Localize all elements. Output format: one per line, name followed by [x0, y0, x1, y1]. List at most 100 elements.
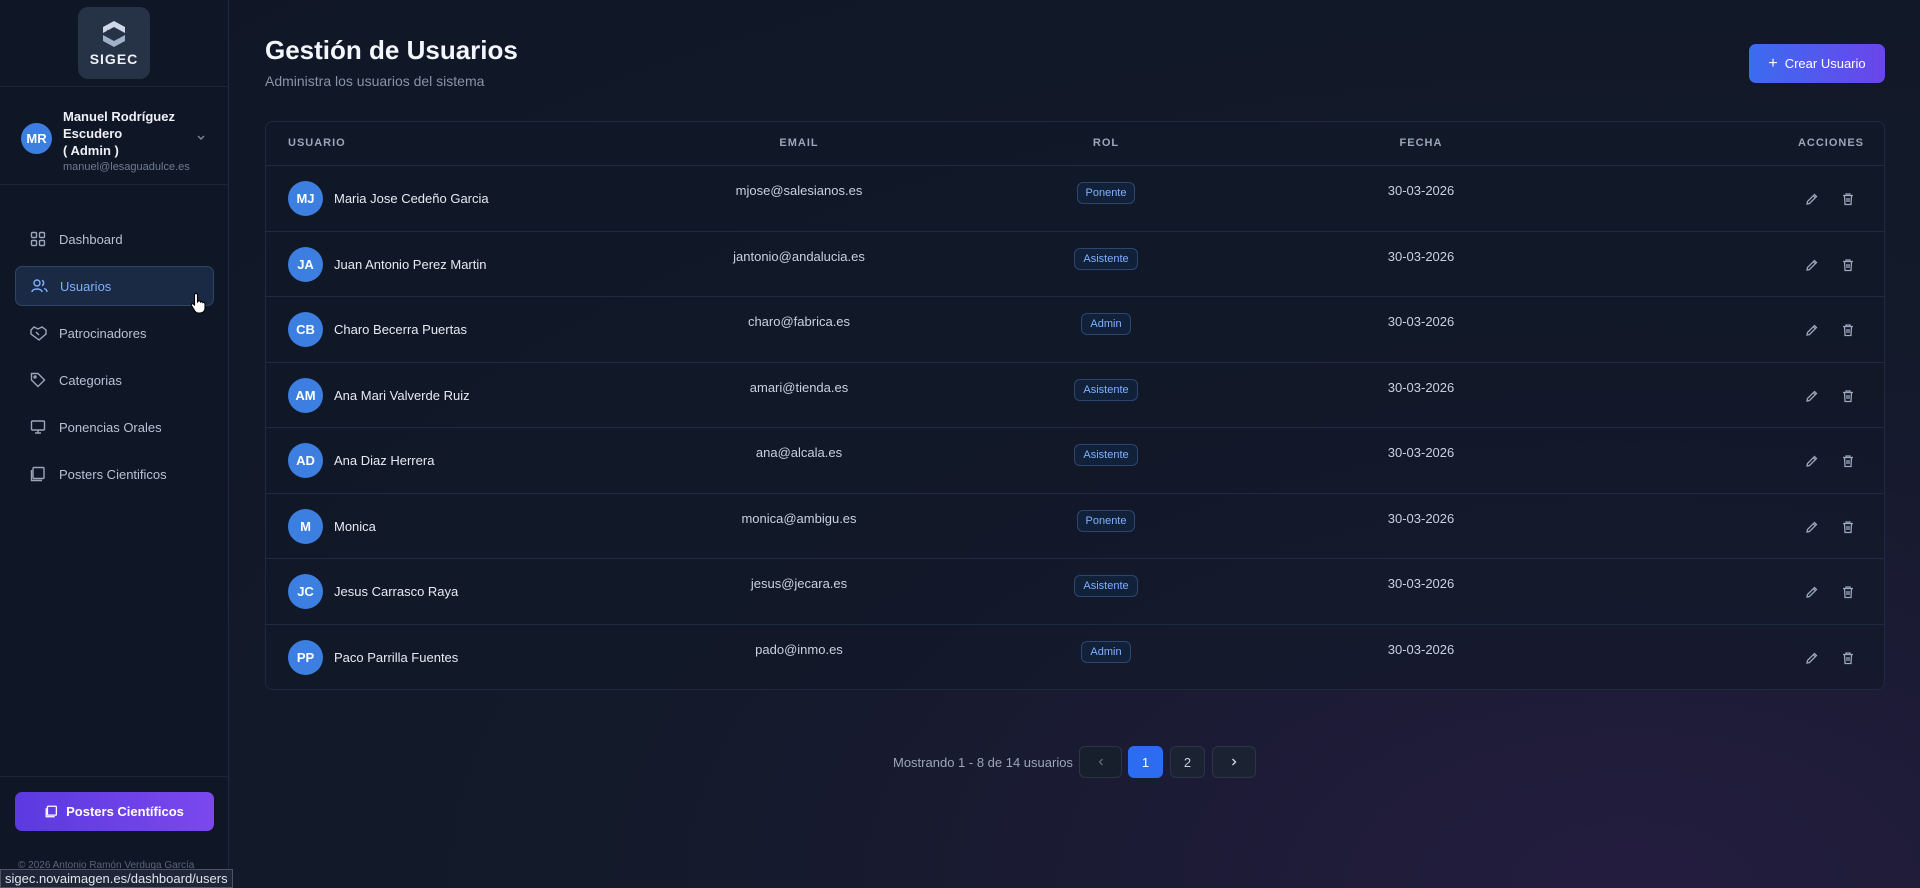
column-header-fecha[interactable]: FECHA	[1351, 137, 1491, 149]
email-cell: jesus@jecara.es	[750, 576, 848, 591]
monitor-icon	[29, 418, 47, 436]
role-badge: Admin	[1081, 640, 1131, 663]
sidebar-item-ponencias-orales[interactable]: Ponencias Orales	[15, 407, 214, 447]
avatar: MR	[21, 123, 52, 154]
user-name-cell: Charo Becerra Puertas	[334, 322, 467, 337]
column-header-email[interactable]: EMAIL	[719, 137, 879, 149]
user-full-name: Manuel Rodríguez Escudero	[63, 109, 175, 141]
edit-icon[interactable]	[1803, 321, 1821, 339]
table-row[interactable]: JA Juan Antonio Perez Martin jantonio@anda…	[266, 232, 1884, 297]
create-user-label: Crear Usuario	[1784, 56, 1866, 71]
date-cell: 30-03-2026	[1387, 183, 1455, 198]
table-row[interactable]: JC Jesus Carrasco Raya jesus@jecara.es Asis…	[266, 559, 1884, 625]
role-cell: Ponente	[1056, 509, 1156, 532]
table-row[interactable]: AM Ana Mari Valverde Ruiz amari@tienda.es A…	[266, 363, 1884, 428]
edit-icon[interactable]	[1803, 583, 1821, 601]
pagination-next-button[interactable]	[1212, 746, 1256, 778]
edit-icon[interactable]	[1803, 190, 1821, 208]
chevron-left-icon	[1098, 758, 1103, 766]
pagination-prev-button[interactable]	[1079, 746, 1122, 778]
trash-icon[interactable]	[1839, 649, 1857, 667]
user-name-cell: Paco Parrilla Fuentes	[334, 649, 459, 665]
tag-icon	[29, 371, 47, 389]
table-header: USUARIO EMAIL ROL FECHA ACCIONES	[266, 122, 1884, 166]
posters-cientificos-label: Posters Científicos	[66, 804, 184, 819]
table-row[interactable]: PP Paco Parrilla Fuentes pado@inmo.es Admin…	[266, 625, 1884, 690]
sidebar-item-label: Dashboard	[59, 231, 123, 247]
sidebar-item-dashboard[interactable]: Dashboard	[15, 219, 214, 259]
sidebar-item-label: Ponencias Orales	[59, 419, 162, 435]
sidebar-nav: Dashboard Usuarios Patrocinadores Catego…	[15, 219, 214, 501]
avatar: AM	[288, 377, 323, 413]
table-row[interactable]: M Monica monica@ambigu.es Ponente 30-03-2026	[266, 494, 1884, 559]
pagination-page-2[interactable]: 2	[1170, 746, 1205, 778]
sidebar-item-patrocinadores[interactable]: Patrocinadores	[15, 313, 214, 353]
email-cell: jantonio@andalucia.es	[733, 248, 865, 264]
column-header-usuario[interactable]: USUARIO	[288, 137, 346, 149]
user-name-cell: Ana Diaz Herrera	[334, 453, 435, 468]
avatar: JA	[288, 246, 323, 282]
role-cell: Asistente	[1056, 444, 1156, 466]
trash-icon[interactable]	[1839, 256, 1857, 274]
trash-icon[interactable]	[1839, 452, 1857, 470]
avatar: AD	[288, 443, 323, 478]
chevron-right-icon	[1232, 758, 1237, 766]
user-role: ( Admin )	[63, 143, 119, 158]
role-cell: Admin	[1056, 640, 1156, 663]
plus-icon: +	[1768, 54, 1778, 72]
edit-icon[interactable]	[1803, 452, 1821, 470]
sidebar-item-label: Usuarios	[60, 278, 112, 294]
edit-icon[interactable]	[1803, 256, 1821, 274]
sidebar-item-usuarios[interactable]: Usuarios	[15, 266, 214, 306]
date-cell: 30-03-2026	[1387, 248, 1455, 264]
poster-icon	[29, 465, 47, 483]
sidebar-divider	[0, 776, 229, 777]
table-row[interactable]: AD Ana Diaz Herrera ana@alcala.es Asistente…	[266, 428, 1884, 494]
column-header-rol[interactable]: ROL	[1056, 137, 1156, 149]
edit-icon[interactable]	[1803, 518, 1821, 536]
pagination-page-1[interactable]: 1	[1128, 746, 1163, 778]
role-badge: Admin	[1081, 313, 1131, 335]
table-row[interactable]: MJ Maria Jose Cedeño Garcia mjose@salesian…	[266, 166, 1884, 232]
user-profile[interactable]: MR Manuel Rodríguez Escudero ( Admin ) m…	[0, 87, 229, 185]
chevron-down-icon[interactable]	[196, 134, 206, 142]
avatar: JC	[288, 574, 323, 609]
trash-icon[interactable]	[1839, 321, 1857, 339]
avatar: CB	[288, 312, 323, 347]
status-bar-url: sigec.novaimagen.es/dashboard/users	[0, 869, 233, 888]
role-badge: Ponente	[1076, 509, 1136, 532]
role-cell: Asistente	[1056, 247, 1156, 270]
trash-icon[interactable]	[1839, 518, 1857, 536]
email-cell: monica@ambigu.es	[741, 510, 857, 526]
posters-cientificos-button[interactable]: Posters Científicos	[15, 792, 214, 831]
poster-icon	[45, 805, 58, 818]
logo-mark-icon	[103, 21, 125, 47]
users-table: USUARIO EMAIL ROL FECHA ACCIONES MJ Maria…	[265, 121, 1885, 690]
logo-text: SIGEC	[89, 51, 139, 67]
avatar: M	[288, 508, 323, 544]
create-user-button[interactable]: + Crear Usuario	[1749, 44, 1885, 83]
role-cell: Ponente	[1056, 182, 1156, 204]
date-cell: 30-03-2026	[1387, 641, 1455, 657]
trash-icon[interactable]	[1839, 387, 1857, 405]
email-cell: pado@inmo.es	[755, 641, 843, 657]
role-badge: Asistente	[1074, 378, 1138, 401]
user-name-cell: Juan Antonio Perez Martin	[334, 256, 487, 272]
trash-icon[interactable]	[1839, 583, 1857, 601]
user-name-cell: Monica	[334, 518, 376, 534]
sidebar-item-posters-cientificos[interactable]: Posters Cientificos	[15, 454, 214, 494]
sidebar: SIGEC MR Manuel Rodríguez Escudero ( Adm…	[0, 0, 229, 888]
sidebar-item-categorias[interactable]: Categorias	[15, 360, 214, 400]
handshake-icon	[29, 324, 47, 342]
email-cell: charo@fabrica.es	[747, 314, 851, 329]
pagination-info: Mostrando 1 - 8 de 14 usuarios	[893, 755, 1073, 770]
email-cell: mjose@salesianos.es	[735, 183, 863, 198]
logo[interactable]: SIGEC	[78, 7, 150, 79]
edit-icon[interactable]	[1803, 649, 1821, 667]
user-name-cell: Ana Mari Valverde Ruiz	[334, 387, 470, 403]
page-subtitle: Administra los usuarios del sistema	[265, 73, 485, 89]
table-row[interactable]: CB Charo Becerra Puertas charo@fabrica.es A…	[266, 297, 1884, 363]
trash-icon[interactable]	[1839, 190, 1857, 208]
role-badge: Ponente	[1076, 182, 1136, 204]
edit-icon[interactable]	[1803, 387, 1821, 405]
